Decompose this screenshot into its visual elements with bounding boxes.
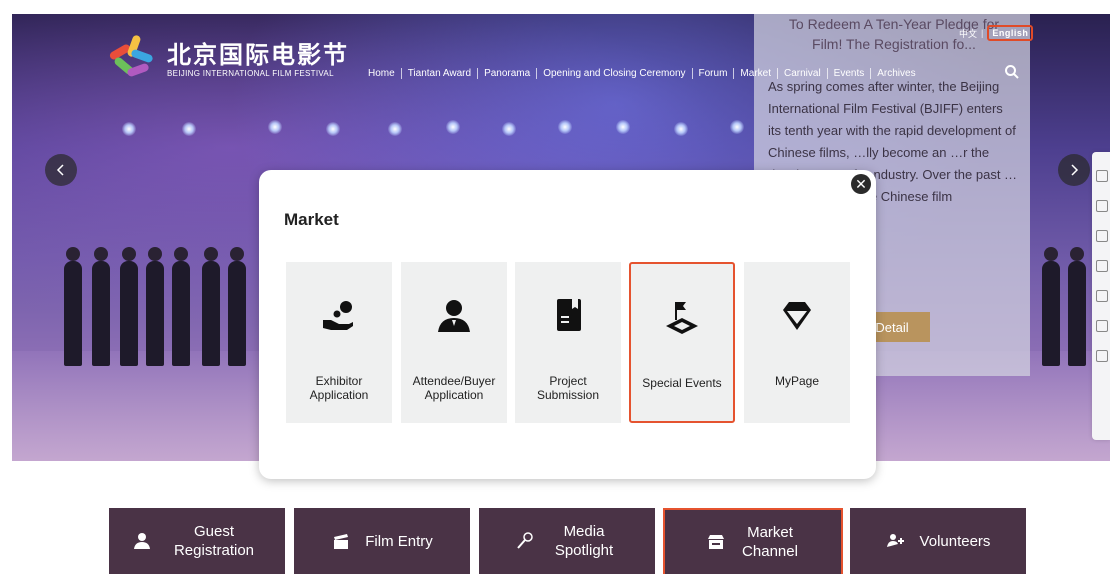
side-toolbar — [1092, 152, 1110, 440]
card-label: Project Submission — [536, 374, 600, 402]
nav-panorama[interactable]: Panorama — [478, 68, 538, 79]
stage-light — [730, 120, 744, 134]
person — [1042, 247, 1060, 366]
person — [202, 247, 220, 366]
nav-home[interactable]: Home — [362, 68, 402, 79]
download-icon[interactable] — [1096, 320, 1108, 332]
stage-light — [558, 120, 572, 134]
stage-light — [326, 122, 340, 136]
card-project-submission[interactable]: Project Submission — [515, 262, 621, 423]
lang-english[interactable]: English — [987, 25, 1034, 41]
market-icon — [708, 535, 724, 549]
person — [172, 247, 190, 366]
tab-label: Guest Registration — [173, 523, 255, 559]
tab-volunteers[interactable]: Volunteers — [850, 508, 1026, 574]
stage-light — [616, 120, 630, 134]
tab-guest-registration[interactable]: Guest Registration — [109, 508, 285, 574]
logo-icon — [105, 34, 159, 82]
main-nav: Home Tiantan Award Panorama Opening and … — [362, 68, 922, 79]
close-icon[interactable]: ✕ — [851, 174, 871, 194]
toolbar-icon[interactable] — [1096, 260, 1108, 272]
tab-media-spotlight[interactable]: Media Spotlight — [479, 508, 655, 574]
tab-film-entry[interactable]: Film Entry — [294, 508, 470, 574]
tab-label: Volunteers — [919, 532, 991, 550]
project-icon — [557, 299, 581, 331]
card-attendee-buyer-application[interactable]: Attendee/Buyer Application — [401, 262, 507, 423]
stage-light — [182, 122, 196, 136]
toolbar-icon[interactable] — [1096, 350, 1108, 362]
tab-label: Media Spotlight — [554, 523, 614, 559]
toolbar-icon[interactable] — [1096, 170, 1108, 182]
mypage-icon — [783, 302, 811, 330]
person — [1068, 247, 1086, 366]
nav-forum[interactable]: Forum — [693, 68, 735, 79]
attendee-icon — [438, 300, 470, 332]
logo-text-english: BEIJING INTERNATIONAL FILM FESTIVAL — [167, 68, 334, 78]
card-special-events[interactable]: Special Events — [629, 262, 735, 423]
person — [228, 247, 246, 366]
person — [120, 247, 138, 366]
stage-light — [122, 122, 136, 136]
exhibitor-icon — [323, 301, 353, 330]
film-icon — [334, 534, 349, 549]
person — [64, 247, 82, 366]
nav-ceremony[interactable]: Opening and Closing Ceremony — [537, 68, 693, 79]
card-label: Attendee/Buyer Application — [412, 374, 496, 402]
language-switcher: 中文 | English — [959, 25, 1034, 41]
person — [146, 247, 164, 366]
microphone-icon — [517, 532, 533, 549]
lang-chinese[interactable]: 中文 — [959, 27, 977, 40]
nav-market[interactable]: Market — [734, 68, 778, 79]
tab-market-channel[interactable]: Market Channel — [663, 508, 843, 574]
toolbar-icon[interactable] — [1096, 290, 1108, 302]
stage-light — [446, 120, 460, 134]
nav-archives[interactable]: Archives — [871, 68, 921, 79]
tab-label: Market Channel — [742, 524, 798, 560]
nav-events[interactable]: Events — [828, 68, 872, 79]
guest-icon — [134, 533, 150, 549]
modal-title: Market — [284, 210, 339, 229]
person — [92, 247, 110, 366]
toolbar-icon[interactable] — [1096, 200, 1108, 212]
nav-carnival[interactable]: Carnival — [778, 68, 828, 79]
carousel-prev-button[interactable] — [45, 154, 77, 186]
card-label: Special Events — [642, 376, 722, 390]
card-exhibitor-application[interactable]: Exhibitor Application — [286, 262, 392, 423]
special-events-icon — [666, 302, 698, 334]
chevron-left-icon — [56, 164, 64, 176]
stage-light — [388, 122, 402, 136]
share-icon[interactable] — [1096, 230, 1108, 242]
card-label: MyPage — [774, 374, 820, 388]
stage-light — [502, 122, 516, 136]
logo-text-chinese: 北京国际电影节 — [167, 41, 349, 69]
card-mypage[interactable]: MyPage — [744, 262, 850, 423]
carousel-next-button[interactable] — [1058, 154, 1090, 186]
festival-logo[interactable]: 北京国际电影节 BEIJING INTERNATIONAL FILM FESTI… — [105, 34, 349, 82]
stage-light — [268, 120, 282, 134]
chevron-right-icon — [1071, 164, 1079, 176]
card-label: Exhibitor Application — [309, 374, 369, 402]
stage-light — [674, 122, 688, 136]
nav-tiantan-award[interactable]: Tiantan Award — [402, 68, 479, 79]
tab-label: Film Entry — [365, 532, 433, 550]
search-icon[interactable] — [1004, 64, 1020, 80]
volunteers-icon — [886, 534, 904, 547]
